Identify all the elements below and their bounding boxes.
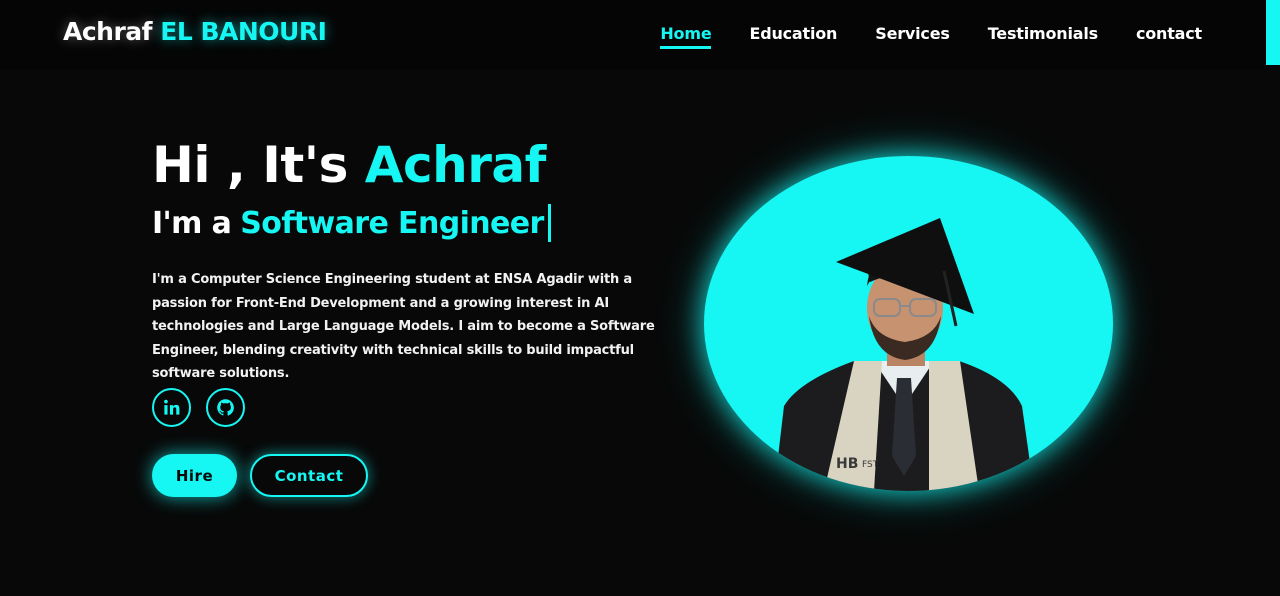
- github-icon: [216, 398, 235, 417]
- typing-caret: [547, 204, 551, 242]
- hero-role: I'm a Software Engineer: [152, 204, 551, 242]
- svg-text:HB: HB: [836, 456, 858, 472]
- hire-button[interactable]: Hire: [152, 454, 237, 497]
- main-nav: Home Education Services Testimonials con…: [660, 24, 1202, 49]
- nav-item-services[interactable]: Services: [875, 24, 950, 49]
- role-text: Software Engineer: [240, 205, 544, 241]
- nav-item-contact[interactable]: contact: [1136, 24, 1202, 49]
- social-links: [152, 388, 245, 427]
- github-button[interactable]: [206, 388, 245, 427]
- logo-first-name: Achraf: [63, 17, 153, 46]
- logo-last-name: EL BANOURI: [160, 17, 327, 46]
- scroll-edge-bar: [1266, 0, 1280, 65]
- nav-item-education[interactable]: Education: [749, 24, 837, 49]
- role-prefix: I'm a: [152, 205, 232, 241]
- hero-description: I'm a Computer Science Engineering stude…: [152, 272, 655, 381]
- contact-button[interactable]: Contact: [250, 454, 368, 497]
- stole-badge-text: FST: [862, 460, 879, 470]
- greeting-text: Hi , It's: [152, 136, 348, 194]
- linkedin-icon: [162, 398, 181, 417]
- nav-item-testimonials[interactable]: Testimonials: [988, 24, 1098, 49]
- site-logo[interactable]: Achraf EL BANOURI: [63, 17, 327, 46]
- hero-name: Achraf: [364, 136, 547, 194]
- graduate-illustration: HB FST: [774, 218, 1034, 491]
- portfolio-page: Achraf EL BANOURI Home Education Service…: [0, 0, 1280, 596]
- header: Achraf EL BANOURI Home Education Service…: [0, 0, 1280, 70]
- nav-item-home[interactable]: Home: [660, 24, 712, 49]
- hero-greeting: Hi , It's Achraf: [152, 136, 546, 194]
- linkedin-button[interactable]: [152, 388, 191, 427]
- profile-photo: HB FST: [704, 156, 1113, 491]
